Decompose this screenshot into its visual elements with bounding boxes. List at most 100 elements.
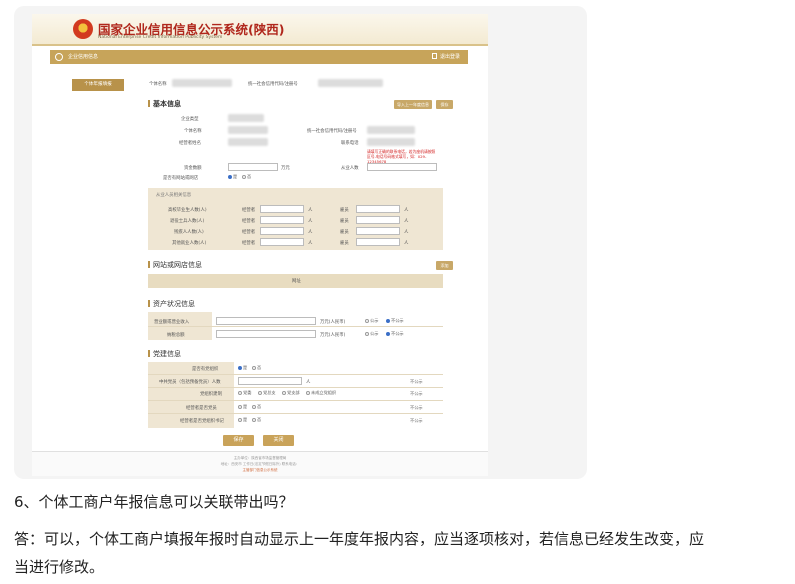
radio-dot	[386, 332, 390, 336]
radio-label: 否	[257, 417, 262, 422]
site-subtitle: National Enterprise Credit Information P…	[98, 35, 223, 40]
divider	[148, 400, 443, 401]
revenue-nonpublic-radio[interactable]: 不公示	[386, 318, 404, 324]
operator-secretary-label: 经营者是否党组织书记	[180, 419, 224, 424]
capital-input[interactable]	[228, 163, 278, 171]
add-website-button[interactable]: 添加	[436, 261, 453, 270]
radio-dot	[238, 418, 242, 422]
tax-nonpublic-radio[interactable]: 不公示	[386, 331, 404, 337]
radio-dot	[282, 391, 286, 395]
annual-report-form: 个体名称 统一社会信用代码/注册号 基本信息 导入上一年度信息 保存 企业类型 …	[142, 70, 453, 432]
radio-label: 不公示	[391, 318, 404, 323]
radio-dot	[258, 391, 262, 395]
faq-question: 6、个体工商户年报信息可以关联带出吗？	[14, 493, 294, 511]
radio-label: 公示	[370, 331, 379, 336]
emp-row-3-unit: 人	[308, 230, 313, 235]
radio-dot	[228, 175, 232, 179]
website-no-radio[interactable]: 否	[242, 174, 251, 180]
revenue-public-radio[interactable]: 公示	[365, 318, 378, 324]
footer-line-1: 主办单位：陕西省市场监督管理局	[233, 456, 287, 460]
nav-left-text: 企业信用信息	[68, 54, 99, 60]
radio-label: 否	[247, 174, 252, 179]
employment-title: 从业人员相关信息	[156, 193, 192, 198]
structure-option-4[interactable]: 未成立党组织	[306, 390, 336, 396]
emp-row-3-unit-b: 人	[404, 230, 409, 235]
import-last-year-button[interactable]: 导入上一年度信息	[394, 100, 432, 109]
employees-input[interactable]	[367, 163, 437, 171]
tax-public-radio[interactable]: 公示	[365, 331, 378, 337]
save-basic-button[interactable]: 保存	[436, 100, 453, 109]
save-button[interactable]: 保存	[223, 435, 254, 446]
capital-label: 资金数额	[184, 166, 202, 171]
emp-row-1-unit-b: 人	[404, 208, 409, 213]
emp-row-2-b-input[interactable]	[356, 216, 400, 224]
redacted-phone	[367, 138, 415, 146]
radio-dot	[238, 366, 242, 370]
logout-link[interactable]: 退出登录	[431, 53, 460, 60]
name-row-label: 个体名称	[184, 129, 202, 134]
members-unit: 人	[306, 380, 311, 385]
tax-input[interactable]	[216, 330, 316, 338]
sidebar-item-annual-report[interactable]: 个体年报填报	[72, 79, 124, 91]
divider	[148, 326, 443, 327]
operator-secretary-no[interactable]: 否	[252, 417, 261, 423]
operator-member-yes[interactable]: 是	[238, 404, 247, 410]
radio-label: 未成立党组织	[311, 390, 337, 395]
radio-label: 不公示	[391, 331, 404, 336]
operator-member-no[interactable]: 否	[252, 404, 261, 410]
emp-row-1-a-input[interactable]	[260, 205, 304, 213]
operator-secretary-yes[interactable]: 是	[238, 417, 247, 423]
emp-row-4-a: 经营者	[242, 241, 256, 246]
members-label: 中共党员（包括预备党员）人数	[159, 380, 221, 385]
emp-row-3-label: 残疾人人数(人)	[174, 230, 204, 235]
emp-row-3-a-input[interactable]	[260, 227, 304, 235]
party-org-yes[interactable]: 是	[238, 365, 247, 371]
operator-secretary-tag: 不公示	[410, 418, 423, 423]
emp-row-3-b-input[interactable]	[356, 227, 400, 235]
emp-row-4-a-input[interactable]	[260, 238, 304, 246]
revenue-unit: 万元(人民币)	[320, 320, 346, 325]
structure-option-3[interactable]: 党支部	[282, 390, 300, 396]
tax-unit: 万元(人民币)	[320, 333, 346, 338]
operator-member-tag: 不公示	[410, 405, 423, 410]
section-assets: 资产状况信息	[148, 299, 195, 309]
emp-row-2-a: 经营者	[242, 219, 256, 224]
members-input[interactable]	[238, 377, 302, 385]
nav-bar: 企业信用信息 退出登录	[50, 50, 468, 64]
emp-row-4-unit: 人	[308, 241, 313, 246]
operator-member-label: 经营者是否党员	[186, 406, 217, 411]
radio-label: 是	[243, 417, 248, 422]
radio-dot	[252, 418, 256, 422]
site-footer: 主办单位：陕西省市场监督管理局 地址：西安市 工作日(法定节假日除外) 联系电话…	[32, 451, 488, 476]
radio-dot	[386, 319, 390, 323]
party-org-no[interactable]: 否	[252, 365, 261, 371]
emp-row-1-a: 经营者	[242, 208, 256, 213]
emp-row-2-a-input[interactable]	[260, 216, 304, 224]
redacted-code-2	[367, 126, 415, 134]
emp-row-3-a: 经营者	[242, 230, 256, 235]
structure-option-1[interactable]: 党委	[238, 390, 251, 396]
structure-option-2[interactable]: 党总支	[258, 390, 276, 396]
close-button[interactable]: 关闭	[263, 435, 294, 446]
radio-dot	[238, 405, 242, 409]
embedded-screenshot: 国家企业信用信息公示系统(陕西) National Enterprise Cre…	[32, 14, 488, 476]
site-header: 国家企业信用信息公示系统(陕西) National Enterprise Cre…	[32, 14, 488, 46]
radio-label: 党委	[243, 390, 252, 395]
logout-label: 退出登录	[439, 54, 460, 60]
emp-row-2-unit: 人	[308, 219, 313, 224]
screenshot-card: 国家企业信用信息公示系统(陕西) National Enterprise Cre…	[14, 6, 587, 479]
user-icon	[55, 53, 63, 61]
emp-row-1-b-input[interactable]	[356, 205, 400, 213]
radio-label: 党支部	[287, 390, 300, 395]
radio-dot	[365, 319, 369, 323]
emp-row-1-label: 高校毕业生人数(人)	[168, 208, 207, 213]
redacted-name	[172, 79, 232, 87]
exit-icon	[431, 53, 437, 59]
website-yes-radio[interactable]: 是	[228, 174, 237, 180]
section-basic-info: 基本信息	[148, 99, 181, 109]
org-structure-label: 党组织建制	[200, 392, 222, 397]
revenue-input[interactable]	[216, 317, 316, 325]
emp-row-2-unit-b: 人	[404, 219, 409, 224]
emp-row-4-b-input[interactable]	[356, 238, 400, 246]
radio-dot	[306, 391, 310, 395]
